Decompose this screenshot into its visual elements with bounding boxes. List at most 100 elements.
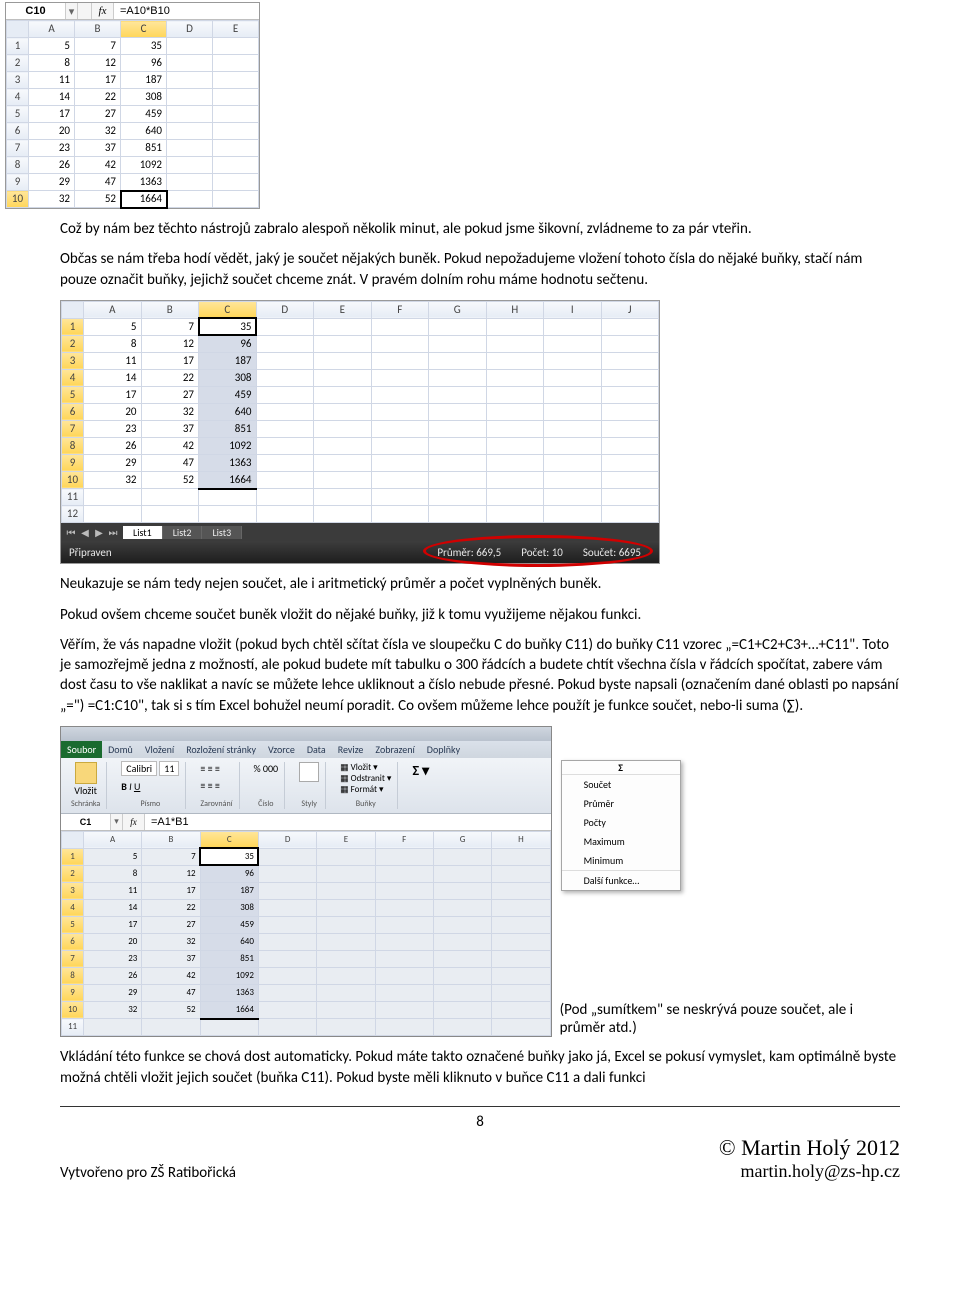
row-header[interactable]: 9 xyxy=(62,454,84,471)
cell[interactable]: 187 xyxy=(200,882,258,899)
cell[interactable]: 23 xyxy=(84,420,142,437)
table-row[interactable]: 281296 xyxy=(7,55,259,72)
table-row[interactable]: 11 xyxy=(62,1019,551,1036)
table-row[interactable]: 15735 xyxy=(62,318,659,335)
cell[interactable]: 14 xyxy=(84,369,142,386)
cell[interactable]: 17 xyxy=(29,106,75,123)
menu-item-average[interactable]: Průměr xyxy=(562,794,680,813)
cell[interactable]: 17 xyxy=(142,882,200,899)
table-row[interactable]: 281296 xyxy=(62,335,659,352)
col-header[interactable]: C xyxy=(121,21,167,38)
table-row[interactable]: 1032521664 xyxy=(62,471,659,489)
col-header[interactable]: E xyxy=(314,301,372,318)
ribbon-tab-file[interactable]: Soubor xyxy=(61,741,102,758)
cell[interactable]: 37 xyxy=(142,950,200,967)
table-row[interactable]: 1032521664 xyxy=(62,1001,551,1019)
row-header[interactable]: 9 xyxy=(62,984,84,1001)
cell[interactable]: 12 xyxy=(142,865,200,882)
cell[interactable]: 1664 xyxy=(199,471,257,489)
cell[interactable]: 96 xyxy=(121,55,167,72)
cell-active[interactable]: 1664 xyxy=(121,191,167,208)
chevron-down-icon[interactable]: ▾ xyxy=(66,3,78,19)
formula-bar[interactable]: =A1*B1 xyxy=(145,814,551,830)
ribbon-tab[interactable]: Doplňky xyxy=(421,741,466,758)
select-all-corner[interactable] xyxy=(7,21,29,38)
ribbon-tab[interactable]: Zobrazení xyxy=(369,741,420,758)
table-row[interactable]: 929471363 xyxy=(62,984,551,1001)
table-row[interactable]: 41422308 xyxy=(62,899,551,916)
ribbon-tab[interactable]: Data xyxy=(301,741,332,758)
cell[interactable]: 52 xyxy=(142,1001,200,1019)
cell[interactable]: 27 xyxy=(142,916,200,933)
row-header[interactable]: 2 xyxy=(62,865,84,882)
select-all-corner[interactable] xyxy=(62,301,84,318)
table-row[interactable]: 72337851 xyxy=(62,420,659,437)
col-header[interactable]: B xyxy=(75,21,121,38)
cell[interactable] xyxy=(167,89,213,106)
row-header[interactable]: 6 xyxy=(62,403,84,420)
cell[interactable]: 851 xyxy=(199,420,257,437)
row-header[interactable]: 4 xyxy=(7,89,29,106)
col-header[interactable]: B xyxy=(142,831,200,848)
sheet-tab[interactable]: List1 xyxy=(123,526,163,539)
fx-icon[interactable]: fx xyxy=(92,3,114,19)
table-row[interactable]: 1032521664 xyxy=(7,191,259,208)
cell[interactable]: 26 xyxy=(84,437,142,454)
row-header[interactable]: 7 xyxy=(62,420,84,437)
table-row[interactable]: 15735 xyxy=(7,38,259,55)
cell[interactable]: 32 xyxy=(75,123,121,140)
menu-item-min[interactable]: Minimum xyxy=(562,851,680,870)
cell[interactable]: 32 xyxy=(142,933,200,950)
cell[interactable] xyxy=(213,55,259,72)
font-size-combo[interactable]: 11 xyxy=(159,761,179,776)
menu-item-more-functions[interactable]: Další funkce… xyxy=(562,870,680,890)
table-row[interactable]: 12 xyxy=(62,506,659,523)
table-row[interactable]: 826421092 xyxy=(7,157,259,174)
cell[interactable]: 23 xyxy=(84,950,142,967)
row-header[interactable]: 12 xyxy=(62,506,84,523)
italic-icon[interactable]: I xyxy=(129,780,132,793)
row-header[interactable]: 4 xyxy=(62,369,84,386)
col-header[interactable]: C xyxy=(200,831,258,848)
col-header[interactable]: I xyxy=(544,301,602,318)
cell[interactable]: 27 xyxy=(141,386,199,403)
cell[interactable]: 640 xyxy=(200,933,258,950)
menu-item-count[interactable]: Počty xyxy=(562,813,680,832)
cell[interactable] xyxy=(167,140,213,157)
cell[interactable]: 187 xyxy=(121,72,167,89)
cell[interactable]: 12 xyxy=(75,55,121,72)
table-row[interactable]: 62032640 xyxy=(62,403,659,420)
cell[interactable] xyxy=(213,123,259,140)
menu-item-max[interactable]: Maximum xyxy=(562,832,680,851)
cell[interactable]: 459 xyxy=(199,386,257,403)
ribbon-tab[interactable]: Vzorce xyxy=(262,741,301,758)
font-name-combo[interactable]: Calibri xyxy=(121,761,157,776)
row-header[interactable]: 3 xyxy=(7,72,29,89)
cell[interactable] xyxy=(167,174,213,191)
cell[interactable]: 1363 xyxy=(199,454,257,471)
cell[interactable]: 5 xyxy=(84,318,142,335)
row-header[interactable]: 8 xyxy=(7,157,29,174)
cell[interactable]: 96 xyxy=(199,335,257,352)
table-row[interactable]: 41422308 xyxy=(7,89,259,106)
cell[interactable]: 8 xyxy=(84,865,142,882)
ribbon-tab[interactable]: Domů xyxy=(102,741,139,758)
cell[interactable] xyxy=(213,38,259,55)
row-header[interactable]: 8 xyxy=(62,967,84,984)
underline-icon[interactable]: U xyxy=(134,780,140,793)
sheet-tab[interactable]: List3 xyxy=(202,526,242,539)
cell[interactable]: 640 xyxy=(121,123,167,140)
col-header[interactable]: E xyxy=(213,21,259,38)
cell[interactable] xyxy=(167,55,213,72)
cell[interactable]: 47 xyxy=(142,984,200,1001)
table-row[interactable]: 31117187 xyxy=(62,882,551,899)
insert-button[interactable]: ▦ Vložit ▾ xyxy=(340,762,391,773)
cell[interactable]: 29 xyxy=(84,984,142,1001)
cell[interactable]: 1092 xyxy=(200,967,258,984)
spreadsheet-grid-middle[interactable]: A B C D E F G H I J 15735 281296 3111718… xyxy=(61,301,659,524)
cell-active[interactable]: 35 xyxy=(200,848,258,865)
cell[interactable]: 17 xyxy=(75,72,121,89)
cell[interactable]: 17 xyxy=(84,916,142,933)
cell[interactable]: 14 xyxy=(29,89,75,106)
cell[interactable] xyxy=(213,106,259,123)
